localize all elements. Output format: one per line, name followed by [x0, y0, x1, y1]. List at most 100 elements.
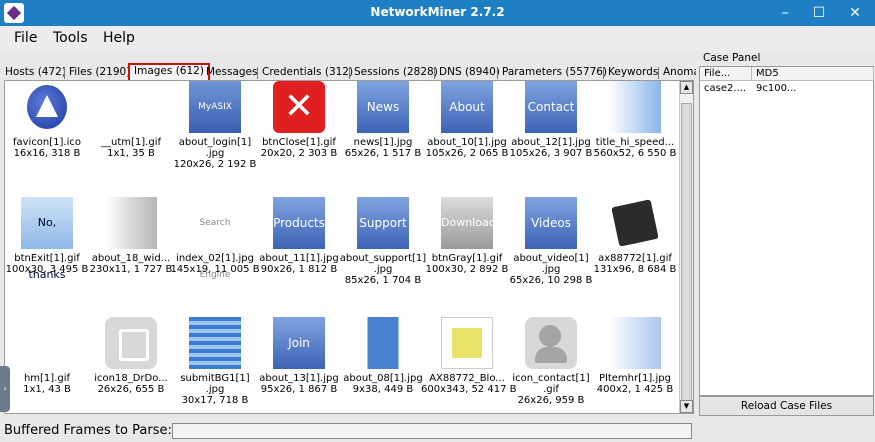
image-filename: about_12[1].jpg — [511, 137, 591, 148]
close-window-button[interactable]: ✕ — [837, 0, 873, 26]
gradient-image[interactable] — [609, 317, 661, 369]
menu-help[interactable]: Help — [103, 30, 135, 46]
floppy-icon[interactable] — [105, 317, 157, 369]
case-column-md5[interactable]: MD5 — [752, 67, 874, 81]
image-filename: about_18_wid... — [91, 253, 171, 264]
image-filename: icon_contact[1] — [512, 373, 590, 384]
bar-image[interactable] — [357, 317, 409, 369]
buffered-frames-progress — [172, 423, 692, 439]
image-dimensions-size: 95x26, 1 867 B — [260, 384, 338, 395]
case-panel-title: Case Panel — [703, 52, 761, 64]
blank-image[interactable] — [21, 317, 73, 369]
image-grid: favicon[1].ico 16x16, 318 B __utm[1].gif 1x… — [5, 81, 677, 413]
image-dimensions-size: 100x30, 2 892 B — [425, 264, 509, 275]
scroll-up-button[interactable]: ▲ — [680, 81, 693, 94]
videos-banner[interactable]: Videos — [525, 197, 577, 249]
minimize-button[interactable]: – — [767, 0, 803, 26]
contact-icon[interactable] — [525, 317, 577, 369]
scroll-thumb[interactable] — [681, 103, 692, 401]
image-filename: btnClose[1].gif — [262, 137, 336, 148]
image-dimensions-size: 85x26, 1 704 B — [344, 275, 422, 286]
search-engine-image[interactable]: Search Engine — [189, 197, 241, 280]
image-dimensions-size: 26x26, 959 B — [517, 395, 585, 406]
gradient-image[interactable] — [105, 197, 157, 249]
tab-strip: Hosts (472) Files (2190) Images (612) Me… — [0, 63, 696, 82]
image-filename: about_08[1].jpg — [343, 373, 423, 384]
favicon-icon[interactable] — [21, 81, 73, 133]
image-filename: about_13[1].jpg — [259, 373, 339, 384]
case-column-file[interactable]: File... — [700, 67, 752, 81]
title-image[interactable] — [609, 81, 661, 133]
status-bar: Buffered Frames to Parse: — [0, 420, 875, 442]
tab-dns[interactable]: DNS (8940) — [439, 64, 500, 81]
no-thanks-button[interactable]: No, thanks — [21, 197, 73, 281]
menu-tools[interactable]: Tools — [53, 30, 88, 46]
tab-messages[interactable]: Messages — [206, 64, 258, 81]
image-filename: icon18_DrDo... — [94, 373, 168, 384]
image-dimensions-size: 65x26, 10 298 B — [509, 275, 593, 286]
about-asix-banner[interactable]: About ASIX — [441, 81, 493, 166]
image-filename: hm[1].gif — [23, 373, 71, 384]
menu-file[interactable]: File — [14, 30, 37, 46]
support-banner[interactable]: Support — [357, 197, 409, 249]
image-filename: btnGray[1].gif — [431, 253, 503, 264]
tab-anomalies[interactable]: Anoma — [663, 64, 696, 81]
maximize-button[interactable]: ☐ — [801, 0, 837, 26]
image-filename: favicon[1].ico — [12, 137, 82, 148]
news-banner[interactable]: News — [357, 81, 409, 133]
image-filename-extension: .jpg — [205, 148, 225, 159]
scroll-down-button[interactable]: ▼ — [680, 400, 693, 413]
image-dimensions-size: 30x17, 718 B — [181, 395, 249, 406]
products-banner[interactable]: Products — [273, 197, 325, 249]
image-dimensions-size: 145x19, 11 005 B — [170, 264, 260, 275]
image-dimensions-size: 1x1, 43 B — [23, 384, 71, 395]
image-filename: index_02[1].jpg — [176, 253, 254, 264]
tab-sessions[interactable]: Sessions (2828) — [354, 64, 438, 81]
close-icon[interactable] — [273, 81, 325, 133]
join-asix-banner[interactable]: Join ASIX — [273, 317, 325, 402]
tab-separator — [64, 67, 65, 79]
blank-image[interactable] — [105, 81, 157, 133]
chip-image[interactable] — [609, 197, 661, 249]
tab-parameters[interactable]: Parameters (55776) — [502, 64, 607, 81]
title-bar: NetworkMiner 2.7.2 – ☐ ✕ — [0, 0, 875, 26]
download-button[interactable]: Download — [441, 197, 496, 249]
image-filename: about_11[1].jpg — [259, 253, 339, 264]
case-row-md5[interactable]: 9c100... — [752, 83, 796, 94]
image-dimensions-size: 560x52, 6 550 B — [593, 148, 677, 159]
side-panel-expand-handle[interactable]: › — [0, 366, 10, 412]
block-diagram-image[interactable] — [441, 317, 493, 369]
image-filename-extension: .jpg — [205, 384, 225, 395]
image-dimensions-size: 400x2, 1 425 B — [596, 384, 674, 395]
image-filename: about_10[1].jpg — [427, 137, 507, 148]
image-dimensions-size: 230x11, 1 727 B — [89, 264, 173, 275]
contact-banner[interactable]: Contact — [525, 81, 577, 133]
image-dimensions-size: 26x26, 655 B — [97, 384, 165, 395]
tab-separator — [257, 67, 258, 79]
login-banner[interactable]: MyASIX Log In — [189, 81, 241, 164]
case-panel-list: File... MD5 case2.... 9c100... — [699, 66, 874, 396]
image-filename: AX88772_Blo... — [429, 373, 505, 384]
vertical-scrollbar[interactable]: ▲ ▼ — [679, 81, 693, 413]
case-row-file[interactable]: case2.... — [700, 83, 746, 94]
image-dimensions-size: 105x26, 2 065 B — [425, 148, 509, 159]
window-title: NetworkMiner 2.7.2 — [370, 5, 505, 19]
image-dimensions-size: 1x1, 35 B — [107, 148, 155, 159]
image-dimensions-size: 100x30, 3 495 B — [5, 264, 89, 275]
tab-separator — [434, 67, 435, 79]
tab-credentials[interactable]: Credentials (312) — [262, 64, 353, 81]
image-dimensions-size: 16x16, 318 B — [13, 148, 81, 159]
tab-hosts[interactable]: Hosts (472) — [5, 64, 66, 81]
tab-separator — [658, 67, 659, 79]
reload-case-files-button[interactable]: Reload Case Files — [699, 396, 874, 416]
tab-keywords[interactable]: Keywords — [608, 64, 658, 81]
tab-files[interactable]: Files (2190) — [69, 64, 130, 81]
image-dimensions-size: 131x96, 8 684 B — [593, 264, 677, 275]
image-dimensions-size: 120x26, 2 192 B — [173, 159, 257, 170]
image-filename: btnExit[1].gif — [14, 253, 80, 264]
submit-bg-image[interactable] — [189, 317, 241, 369]
image-dimensions-size: 600x343, 52 417 B — [421, 384, 517, 395]
image-dimensions-size: 9x38, 449 B — [352, 384, 414, 395]
image-dimensions-size: 90x26, 1 812 B — [260, 264, 338, 275]
images-panel: favicon[1].ico 16x16, 318 B __utm[1].gif 1x… — [4, 80, 694, 414]
